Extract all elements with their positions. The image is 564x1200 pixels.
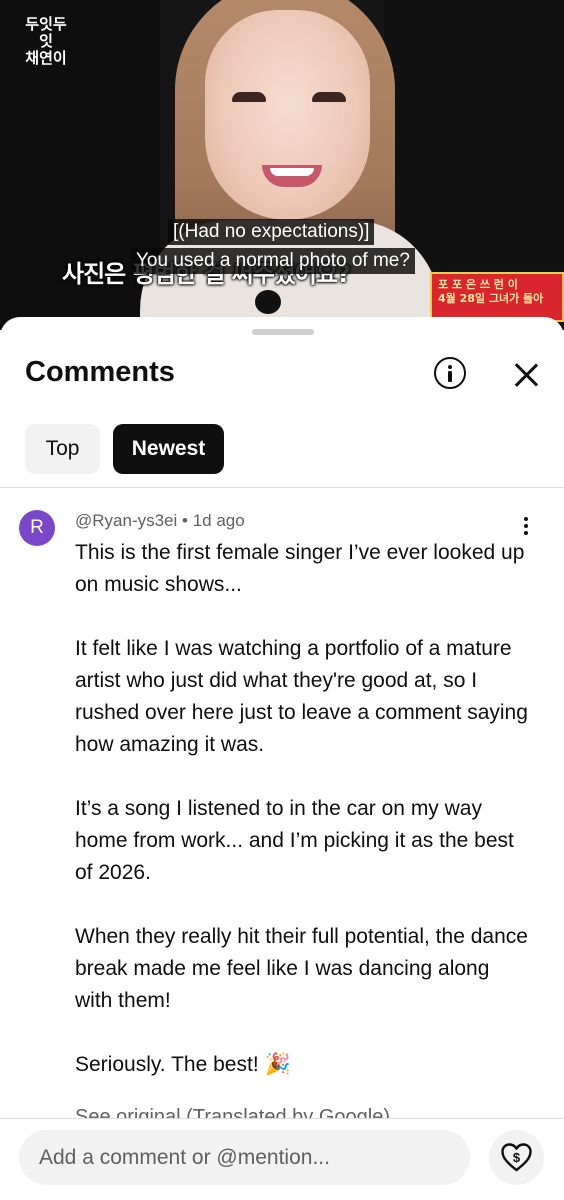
comment-time: 1d ago xyxy=(192,511,245,530)
channel-watermark: 두잇두잇 채연이 xyxy=(25,15,67,67)
info-icon[interactable] xyxy=(434,357,466,389)
panel-title: Comments xyxy=(25,356,175,388)
caption-line-2: You used a normal photo of me? xyxy=(131,248,415,274)
comment-paragraph: It felt like I was watching a portfolio … xyxy=(75,637,528,756)
video-frame-eye xyxy=(232,92,266,102)
comment-paragraph: This is the first female singer I’ve eve… xyxy=(75,541,525,596)
video-frame-face xyxy=(205,10,370,220)
comment-list: R @Ryan-ys3ei • 1d ago This is the first… xyxy=(0,488,564,1118)
tab-newest[interactable]: Newest xyxy=(113,424,224,474)
super-thanks-button[interactable]: $ xyxy=(489,1130,544,1185)
video-player[interactable]: 두잇두잇 채연이 포 포 은 쓰 런 이 4월 28일 그녀가 돌아 사진은 평… xyxy=(0,0,564,330)
svg-text:$: $ xyxy=(513,1150,521,1165)
comment-paragraph: It’s a song I listened to in the car on … xyxy=(75,797,514,884)
meta-separator: • xyxy=(182,511,193,530)
close-icon[interactable] xyxy=(510,359,542,391)
super-thanks-icon: $ xyxy=(501,1143,532,1172)
video-frame-eye xyxy=(312,92,346,102)
comment-input[interactable]: Add a comment or @mention... xyxy=(19,1130,470,1185)
comment-paragraph: Seriously. The best! 🎉 xyxy=(75,1053,291,1076)
comments-panel: Comments Top Newest R @Ryan-ys3ei • 1d a… xyxy=(0,317,564,1200)
caption-line-1: [(Had no expectations)] xyxy=(168,219,375,245)
more-vertical-icon[interactable] xyxy=(516,513,536,539)
video-frame-sign: 포 포 은 쓰 런 이 4월 28일 그녀가 돌아 xyxy=(430,272,564,322)
comment-author[interactable]: @Ryan-ys3ei xyxy=(75,511,177,530)
comment-paragraph: When they really hit their full potentia… xyxy=(75,925,528,1012)
comment-input-placeholder: Add a comment or @mention... xyxy=(39,1145,330,1169)
drag-handle[interactable] xyxy=(252,329,314,335)
video-frame-mic xyxy=(255,290,281,314)
comment-text: This is the first female singer I’ve eve… xyxy=(75,537,530,1113)
avatar[interactable]: R xyxy=(19,510,55,546)
see-original-link[interactable]: See original (Translated by Google) xyxy=(75,1106,390,1118)
tab-top[interactable]: Top xyxy=(25,424,100,474)
comment-meta: @Ryan-ys3ei • 1d ago xyxy=(75,511,245,531)
divider xyxy=(0,1118,564,1119)
